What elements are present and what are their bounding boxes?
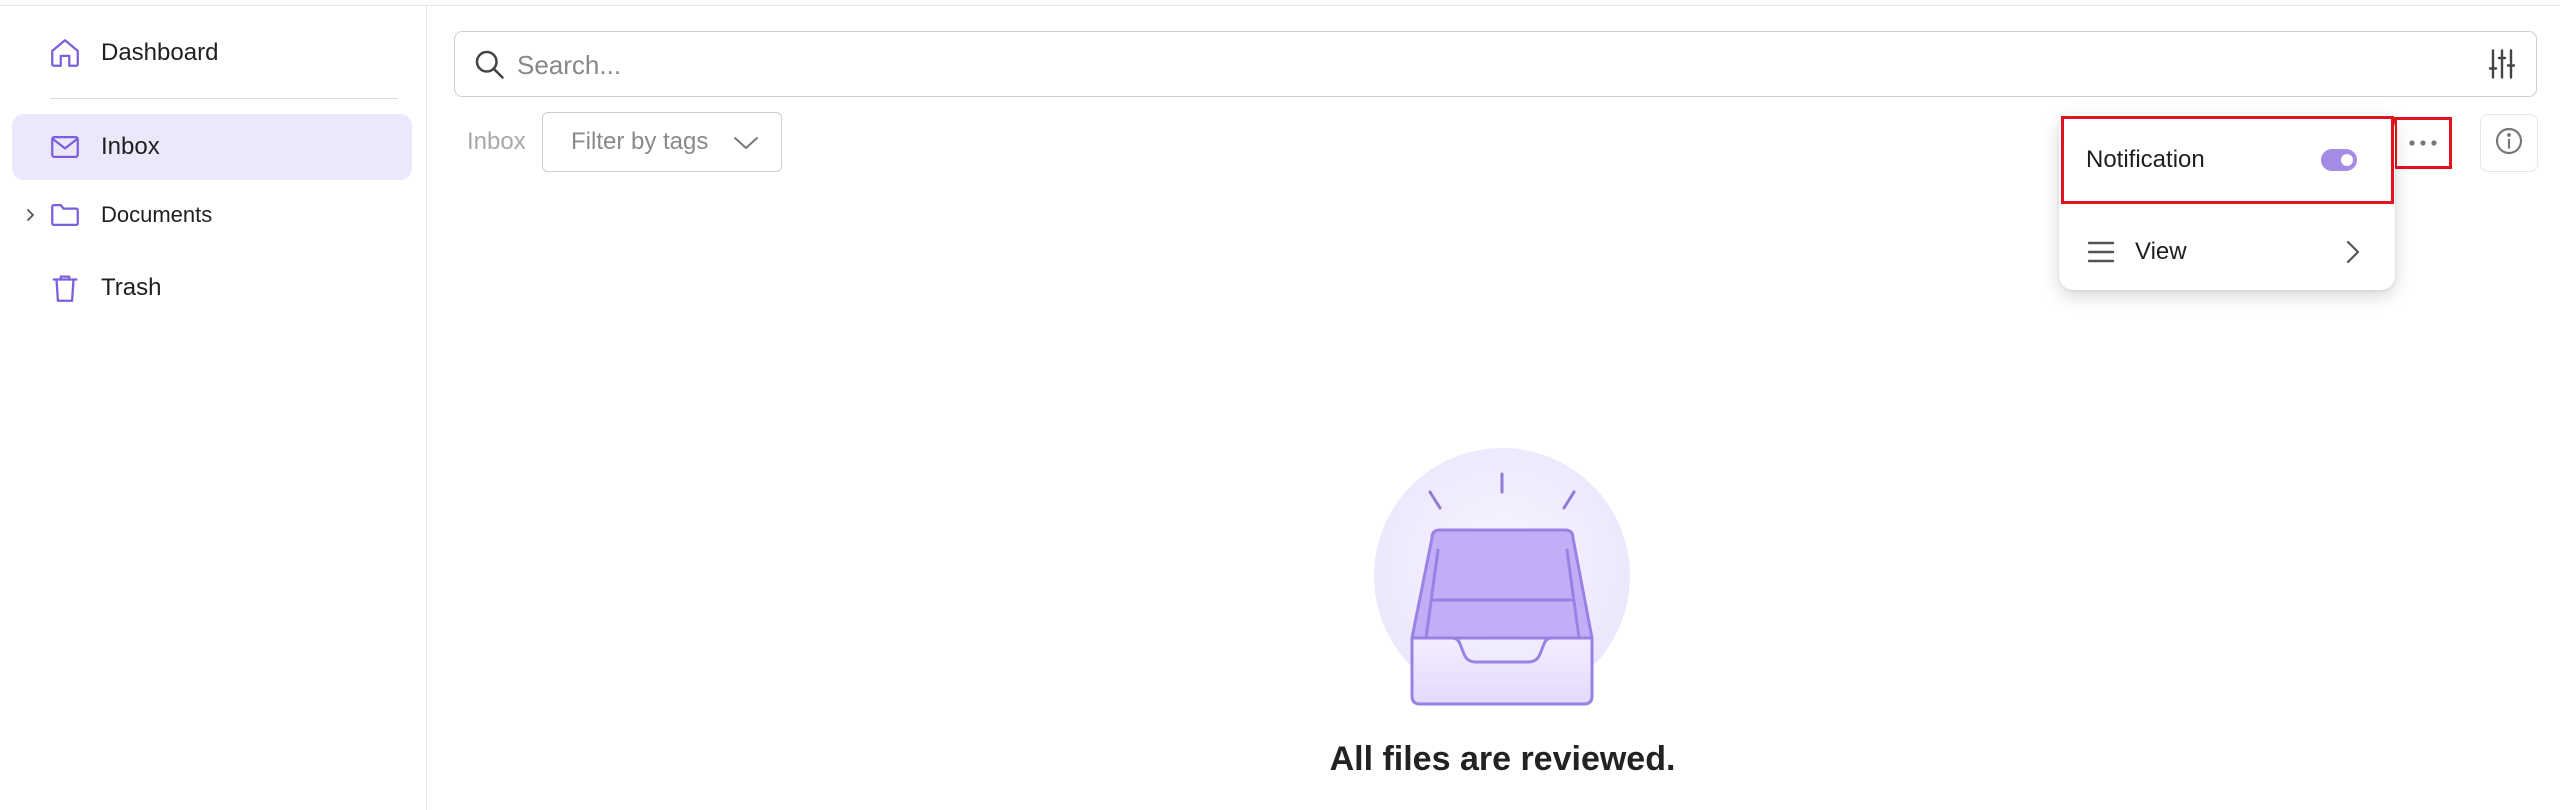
ellipsis-icon <box>2408 134 2438 152</box>
sidebar-item-label: Dashboard <box>101 39 219 66</box>
toggle-knob <box>2341 154 2353 166</box>
sidebar-item-label: Trash <box>101 274 162 301</box>
chevron-down-icon <box>731 132 761 152</box>
menu-item-label: Notification <box>2086 146 2205 173</box>
info-button[interactable] <box>2480 114 2538 172</box>
tag-filter-label: Filter by tags <box>571 128 709 155</box>
folder-icon <box>48 198 82 232</box>
trash-icon <box>48 271 82 305</box>
search-input[interactable] <box>515 40 2419 90</box>
notification-toggle[interactable] <box>2321 149 2357 171</box>
search-icon <box>471 46 507 82</box>
sidebar-item-documents[interactable]: Documents <box>12 182 412 248</box>
more-options-button[interactable] <box>2394 117 2452 169</box>
sidebar-item-trash[interactable]: Trash <box>12 255 412 321</box>
menu-item-label: View <box>2135 238 2187 265</box>
options-menu: Notification View <box>2059 114 2395 290</box>
home-icon <box>48 36 82 70</box>
chevron-right-icon[interactable] <box>20 205 40 225</box>
list-icon <box>2087 240 2115 264</box>
info-icon <box>2493 125 2525 162</box>
menu-item-view[interactable]: View <box>2059 210 2395 294</box>
sidebar-item-label: Documents <box>101 202 213 227</box>
filter-settings-icon[interactable] <box>2484 46 2520 82</box>
tag-filter-dropdown[interactable]: Filter by tags <box>542 112 782 172</box>
menu-item-notification[interactable]: Notification <box>2061 116 2394 204</box>
mail-icon <box>48 130 82 164</box>
empty-inbox-illustration <box>1370 440 1635 710</box>
breadcrumb: Inbox <box>467 128 526 155</box>
chevron-right-icon <box>2345 239 2361 265</box>
empty-state-message: All files are reviewed. <box>1329 740 1676 778</box>
sidebar-item-label: Inbox <box>101 133 160 160</box>
sidebar-item-dashboard[interactable]: Dashboard <box>12 20 412 86</box>
sidebar: Dashboard Inbox Documents Trash <box>0 6 427 810</box>
sidebar-item-inbox[interactable]: Inbox <box>12 114 412 180</box>
search-bar <box>454 31 2537 97</box>
sidebar-divider <box>50 98 398 99</box>
